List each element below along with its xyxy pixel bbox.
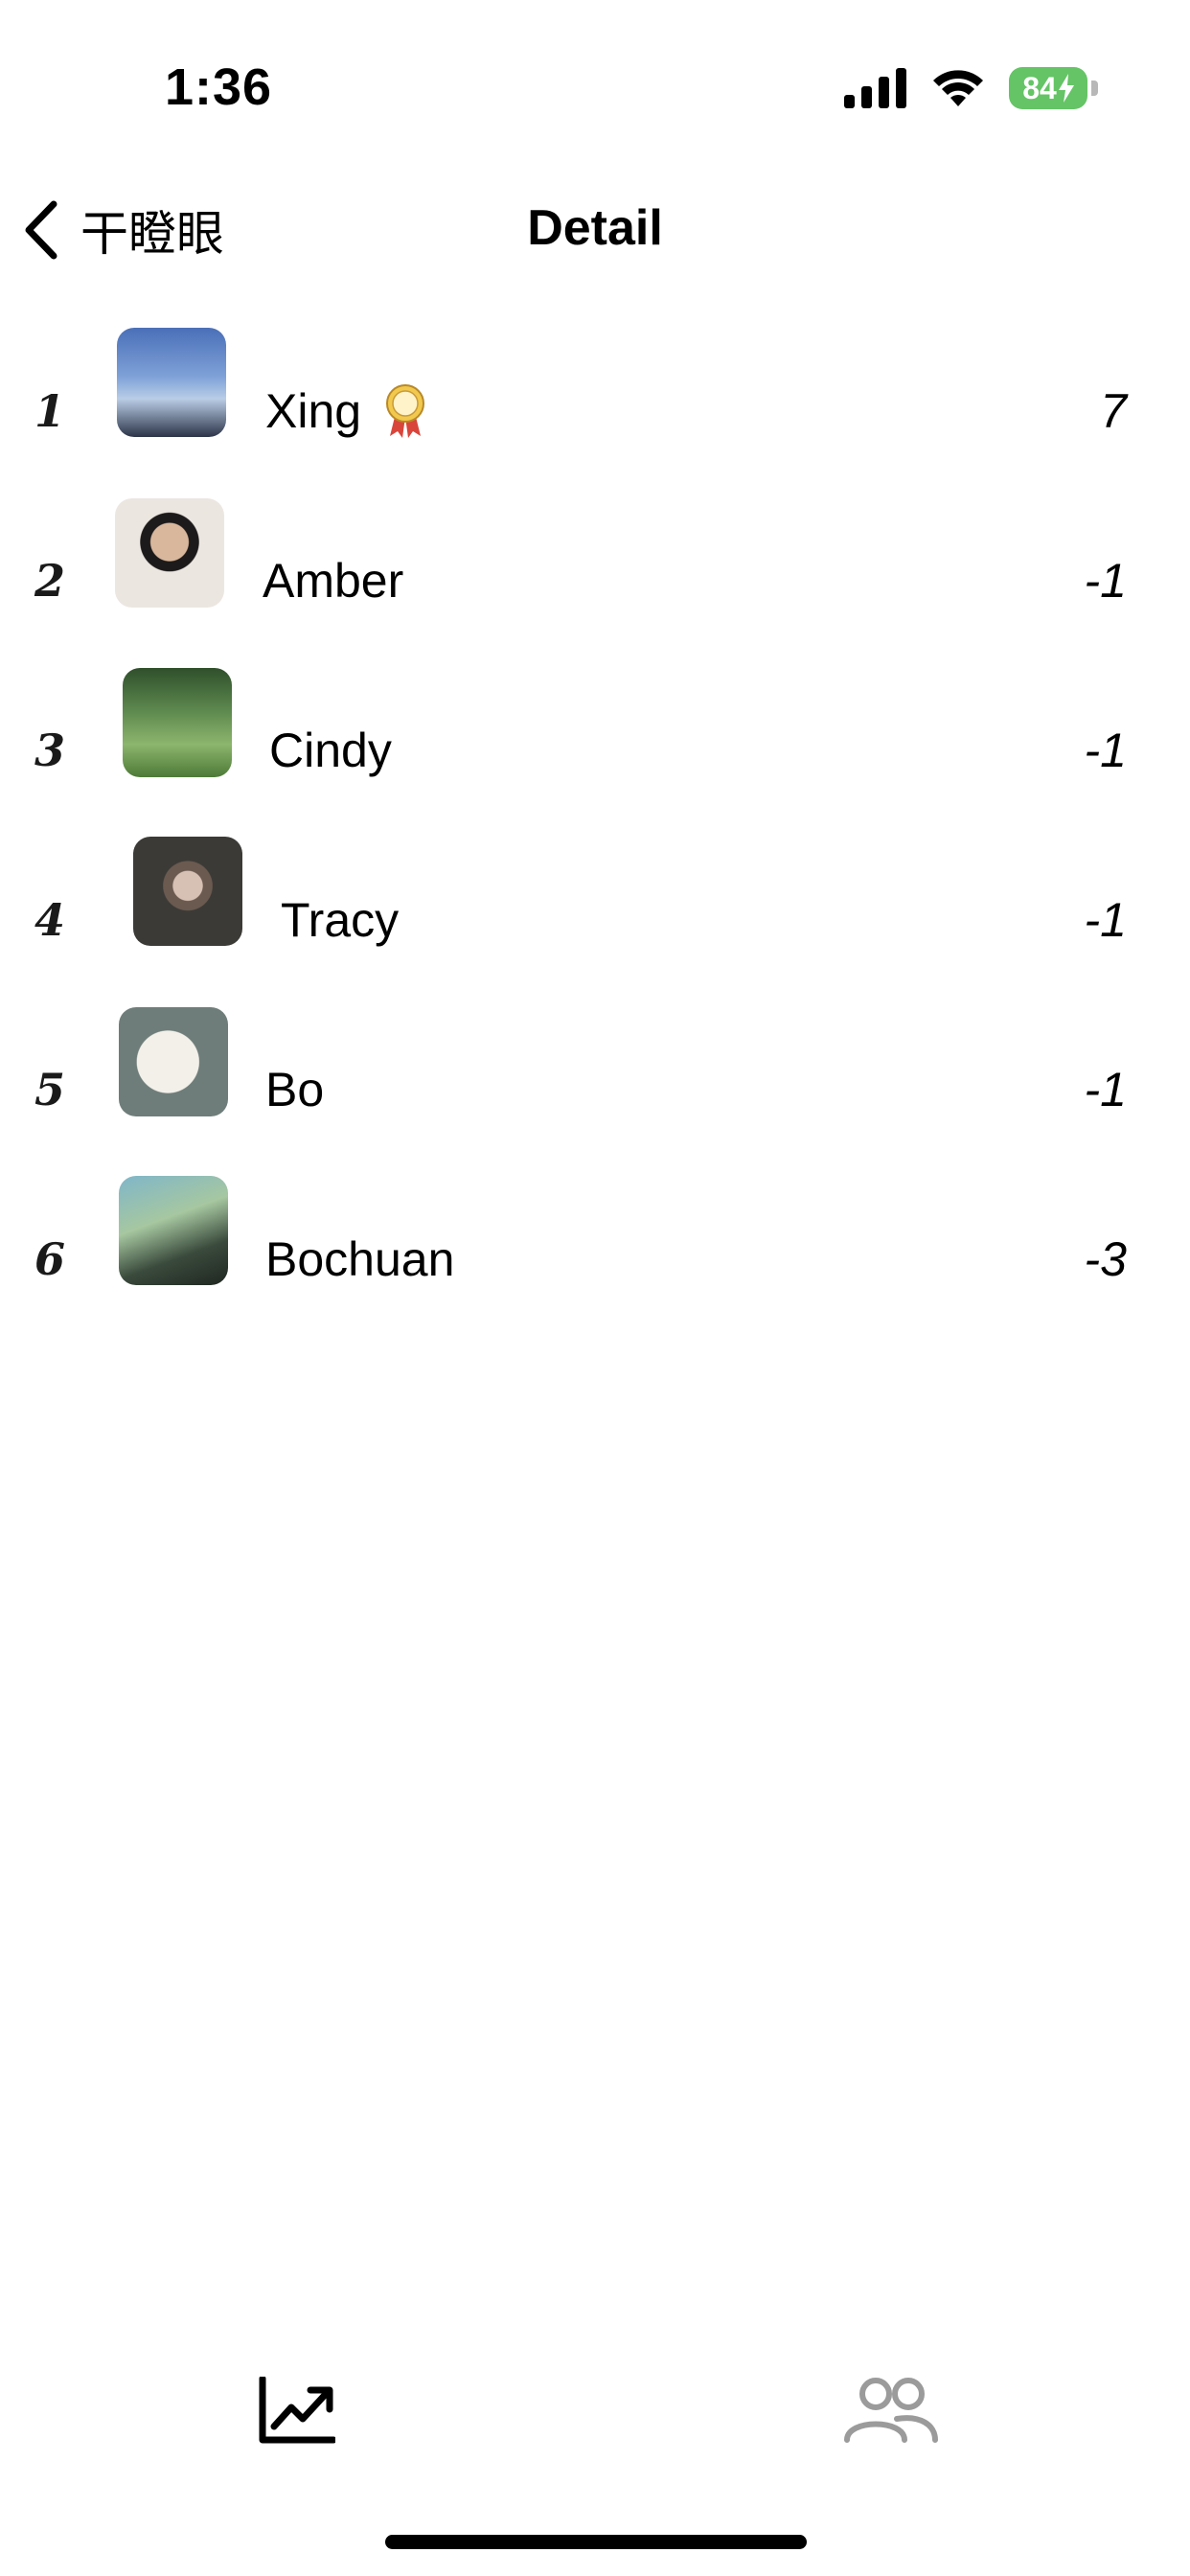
- player-name: Cindy: [269, 723, 392, 778]
- list-item[interactable]: 1 Xing 7: [0, 326, 1190, 495]
- avatar: [119, 1007, 228, 1116]
- battery-level: 84: [1022, 70, 1057, 105]
- player-score: -1: [1084, 553, 1127, 608]
- player-name: Bo: [265, 1062, 324, 1117]
- list-item[interactable]: 3 Cindy -1: [0, 665, 1190, 835]
- avatar: [119, 1176, 228, 1285]
- rank-number: 4: [34, 893, 66, 946]
- player-name-text: Cindy: [269, 723, 392, 777]
- player-name-text: Amber: [263, 553, 404, 608]
- list-item[interactable]: 6 Bochuan -3: [0, 1174, 1190, 1344]
- status-time: 1:36: [165, 58, 273, 116]
- player-name-text: Tracy: [281, 892, 400, 947]
- tab-stats[interactable]: [259, 2375, 337, 2453]
- player-name-text: Xing: [265, 383, 362, 438]
- rank-number: 2: [34, 554, 66, 607]
- avatar: [133, 837, 242, 946]
- nav-bar: 干瞪眼 Detail: [0, 172, 1190, 288]
- status-bar: 1:36 84: [0, 0, 1190, 172]
- cellular-signal-icon: [844, 68, 906, 108]
- player-name: Tracy: [281, 892, 399, 948]
- player-score: 7: [1100, 383, 1127, 438]
- player-name: Amber: [263, 553, 403, 609]
- player-name-text: Bochuan: [265, 1231, 455, 1286]
- player-score: -1: [1084, 723, 1127, 777]
- medal-icon: [386, 383, 425, 438]
- list-item[interactable]: 4 Tracy -1: [0, 835, 1190, 1004]
- people-icon: [844, 2378, 938, 2443]
- avatar: [115, 498, 224, 608]
- leaderboard-list: 1 Xing 7 2 Amber -1 3 Cindy -1 4 Tracy -…: [0, 326, 1190, 1344]
- avatar: [123, 668, 232, 777]
- trending-chart-icon: [259, 2375, 337, 2444]
- player-name-text: Bo: [265, 1062, 325, 1116]
- screen: 1:36 84 干瞪眼 Detail 1 Xing 7 2 Amber -1 3…: [0, 0, 1190, 2576]
- rank-number: 3: [34, 724, 66, 776]
- rank-number: 6: [34, 1232, 66, 1285]
- player-score: -1: [1084, 1062, 1127, 1116]
- player-name: Xing: [265, 383, 426, 439]
- avatar: [117, 328, 226, 437]
- rank-number: 1: [34, 384, 66, 437]
- rank-number: 5: [34, 1063, 66, 1116]
- list-item[interactable]: 5 Bo -1: [0, 1004, 1190, 1174]
- tab-bar: [0, 2375, 1190, 2492]
- status-icons: 84: [844, 65, 1098, 111]
- battery-cap: [1091, 80, 1098, 96]
- player-score: -1: [1084, 892, 1127, 947]
- player-score: -3: [1084, 1231, 1127, 1286]
- tab-friends[interactable]: [843, 2377, 939, 2453]
- battery-charging-icon: 84: [1009, 67, 1087, 109]
- charging-bolt-icon: [1058, 74, 1074, 103]
- wifi-icon: [933, 70, 983, 106]
- player-name: Bochuan: [265, 1231, 454, 1287]
- page-title: Detail: [527, 200, 663, 256]
- list-item[interactable]: 2 Amber -1: [0, 495, 1190, 665]
- home-indicator[interactable]: [385, 2535, 807, 2549]
